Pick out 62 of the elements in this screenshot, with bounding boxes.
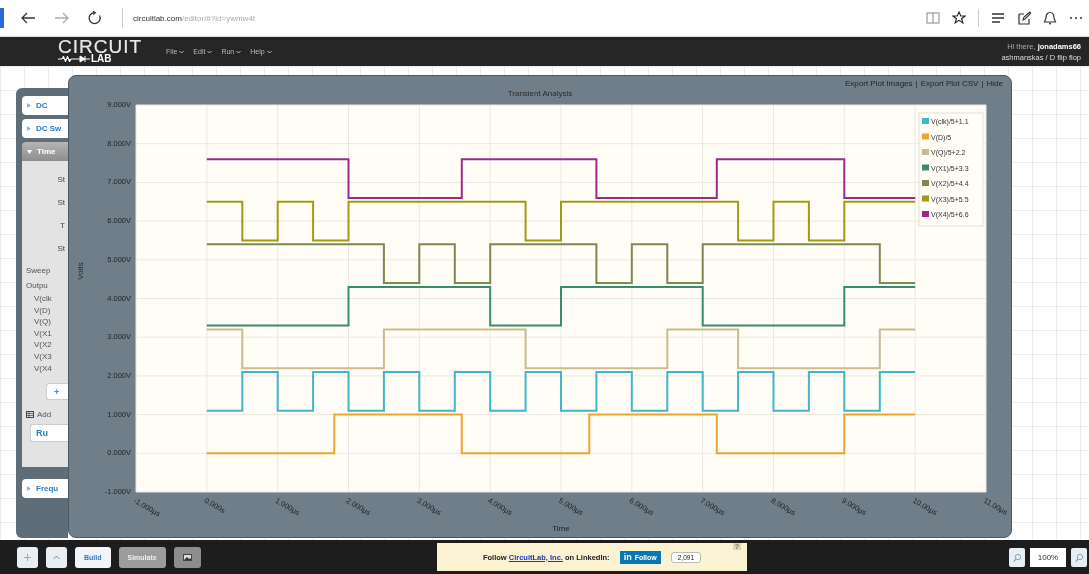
caret-icon [207,49,213,54]
magnifier-icon [1012,552,1022,562]
legend-swatch [922,149,929,155]
tab-indicator [0,8,4,28]
export-link[interactable]: Export Plot CSV [920,79,979,88]
caret-icon [179,49,185,54]
output-item[interactable]: V(X4 [22,362,68,375]
section-tab[interactable]: DC Sw [22,119,68,138]
logo-text: CIRCUIT [58,39,143,54]
legend-swatch [922,118,929,124]
chart-title: Transient Analysis [507,89,573,99]
output-item[interactable]: V(X3 [22,350,68,363]
link-separator: | [981,79,984,88]
axis-title: Volts [76,262,85,280]
magnifier-icon [1074,552,1084,562]
image-button[interactable] [173,546,201,568]
legend-swatch [922,180,929,186]
refresh-icon[interactable] [88,11,102,25]
star-icon[interactable] [952,11,966,25]
link-separator: | [915,79,918,88]
zoom-in-button[interactable] [1071,547,1087,567]
add-label[interactable]: Add [37,410,52,420]
axis-title: Time [552,524,570,533]
add-button[interactable] [17,546,38,568]
output-item[interactable]: V(X1 [22,327,68,340]
legend-swatch [922,133,929,140]
menu-icon[interactable] [991,12,1005,24]
zoom-level-field[interactable]: 100% [1030,547,1066,567]
add-output-button[interactable]: + [46,383,68,401]
pen-note-icon[interactable] [1017,11,1031,25]
bell-icon[interactable] [1043,11,1057,25]
legend-swatch [922,195,929,202]
caret-icon [236,49,242,54]
output-item[interactable]: V(Q) [22,316,68,328]
section-tab[interactable]: Frequ [22,479,68,498]
output-item[interactable]: V(D) [22,304,68,317]
field-label: T [59,220,66,232]
more-icon[interactable] [1069,16,1083,20]
address-field[interactable]: circuitlab.com/editor/#?id=ywmw4t [133,13,926,23]
legend-swatch [922,164,929,171]
caret-icon [266,49,272,54]
plus-icon [24,553,31,561]
image-icon [182,553,192,561]
field-label: St [56,174,66,186]
zoom-out-button[interactable] [1009,547,1025,567]
caret-up-icon [53,554,60,560]
logo-text: LAB [91,54,112,64]
table-icon [26,411,34,419]
field-label: St [56,197,66,209]
sweep-label: Sweep [25,265,52,277]
output-label: Outpu [25,280,49,292]
output-item[interactable]: V(clk [22,293,68,305]
export-link[interactable]: Hide [986,79,1003,88]
output-item[interactable]: V(X2 [22,339,68,351]
section-tab[interactable]: DC [22,96,68,115]
back-icon[interactable] [20,11,36,25]
run-button[interactable]: Ru [30,424,68,443]
circuit-symbol-icon [58,55,90,63]
field-label: St [56,243,66,255]
caret-button[interactable] [46,546,67,568]
legend-swatch [922,211,929,217]
export-link[interactable]: Export Plot Images [845,79,913,88]
